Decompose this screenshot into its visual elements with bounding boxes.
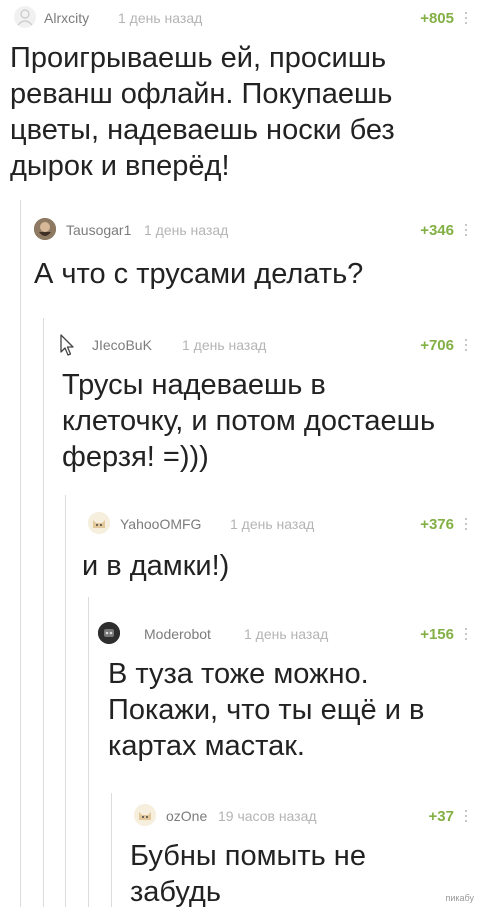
more-options-icon[interactable] — [464, 806, 468, 826]
comment-time[interactable]: 1 день назад — [244, 626, 328, 642]
comment-header: YahooOMFG 1 день назад +376 — [76, 512, 480, 538]
cursor-pointer-avatar-icon[interactable] — [56, 333, 78, 356]
thread-line-level-5 — [111, 793, 112, 907]
thread-line-level-1 — [20, 200, 21, 907]
comment-text: В туза тоже можно. Покажи, что ты ещё и … — [108, 658, 425, 762]
more-options-icon[interactable] — [464, 220, 468, 240]
thread-line-level-2 — [43, 318, 44, 907]
more-options-icon[interactable] — [464, 624, 468, 644]
comment: ozOne 19 часов назад +37 Бубны помыть не… — [124, 804, 480, 908]
comment: Alrxcity 1 день назад +805 Проигрываешь … — [0, 0, 480, 200]
comment-username[interactable]: ozOne — [166, 808, 207, 824]
comment-time[interactable]: 1 день назад — [182, 337, 266, 353]
more-options-icon[interactable] — [464, 8, 468, 28]
bearded-man-avatar-icon[interactable] — [34, 218, 56, 240]
comment: Moderobot 1 день назад +156 В туза тоже … — [98, 622, 480, 772]
comment-header: Alrxcity 1 день назад +805 — [0, 6, 480, 32]
thread-line-level-4 — [88, 597, 89, 907]
comment-text: Бубны помыть не забудь — [130, 840, 366, 908]
comment: YahooOMFG 1 день назад +376 и в дамки!) — [76, 512, 480, 582]
comment-time[interactable]: 1 день назад — [144, 222, 228, 238]
placeholder-avatar-icon[interactable] — [14, 6, 36, 28]
comment-username[interactable]: JIecoBuK — [92, 337, 152, 353]
comment-text: Трусы надеваешь в клеточку, и потом дост… — [62, 369, 436, 473]
comment-username[interactable]: YahooOMFG — [120, 516, 201, 532]
comment-time[interactable]: 1 день назад — [230, 516, 314, 532]
cat-avatar-icon[interactable] — [88, 512, 110, 534]
comment: Tausogar1 1 день назад +346 А что с трус… — [28, 218, 480, 298]
comment-rating: +376 — [420, 516, 454, 533]
comment-rating: +805 — [420, 10, 454, 27]
comment-rating: +156 — [420, 626, 454, 643]
cat-avatar-icon[interactable] — [134, 804, 156, 826]
comment-username[interactable]: Alrxcity — [44, 10, 89, 26]
comment-username[interactable]: Moderobot — [144, 626, 211, 642]
comment-time[interactable]: 1 день назад — [118, 10, 202, 26]
comment-time[interactable]: 19 часов назад — [218, 808, 317, 824]
comment-text: А что с трусами делать? — [34, 258, 364, 290]
watermark: пикабу — [445, 893, 475, 903]
robot-avatar-icon[interactable] — [98, 622, 120, 644]
comment-text: Проигрываешь ей, просишь реванш офлайн. … — [10, 42, 395, 182]
more-options-icon[interactable] — [464, 514, 468, 534]
comment-header: ozOne 19 часов назад +37 — [124, 804, 480, 830]
comment-rating: +37 — [428, 808, 454, 825]
more-options-icon[interactable] — [464, 335, 468, 355]
thread-line-level-3 — [65, 495, 66, 907]
comment: JIecoBuK 1 день назад +706 Трусы надевае… — [52, 333, 480, 483]
comment-rating: +346 — [420, 222, 454, 239]
comment-text: и в дамки!) — [82, 550, 230, 582]
comment-header: JIecoBuK 1 день назад +706 — [52, 333, 480, 359]
comment-header: Moderobot 1 день назад +156 — [98, 622, 480, 648]
comment-header: Tausogar1 1 день назад +346 — [28, 218, 480, 244]
comment-rating: +706 — [420, 337, 454, 354]
comment-username[interactable]: Tausogar1 — [66, 222, 131, 238]
